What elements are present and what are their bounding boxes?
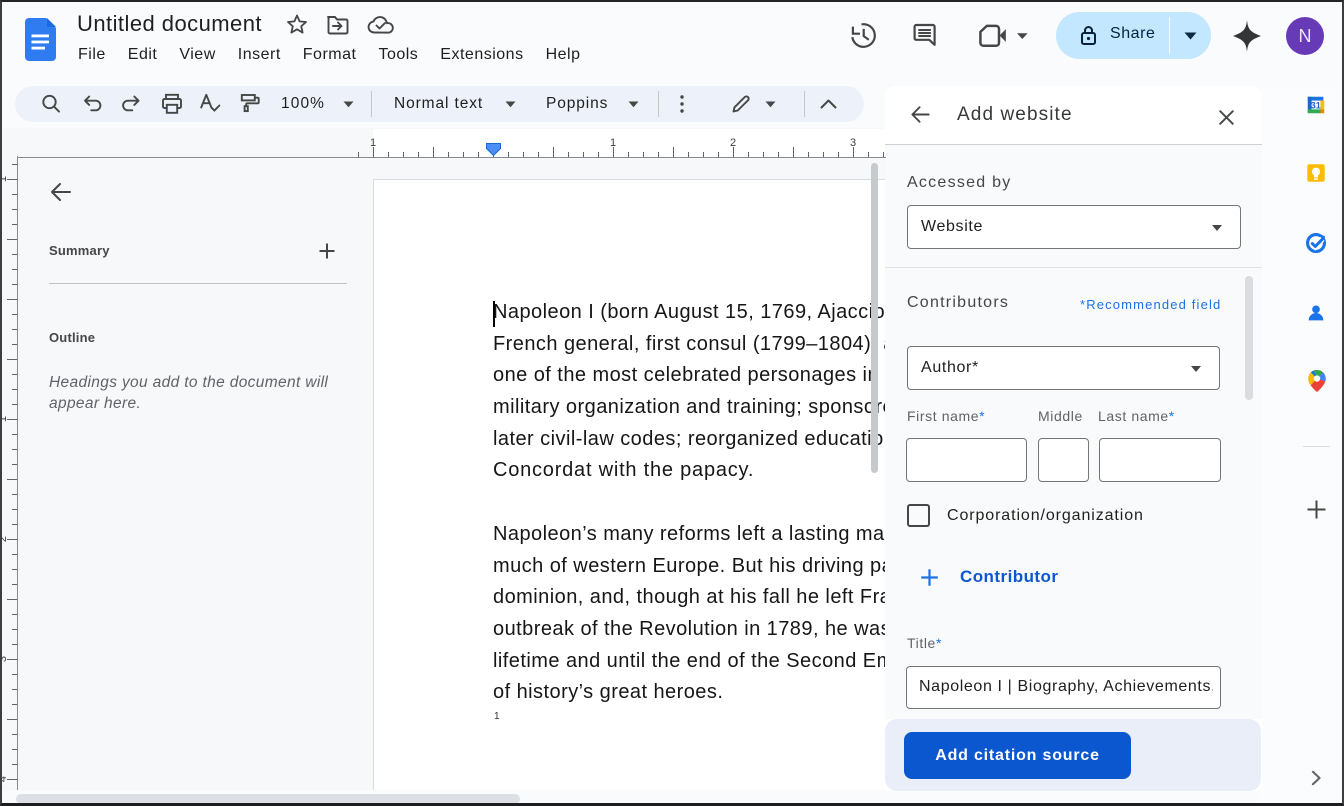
svg-text:31: 31	[1311, 100, 1321, 110]
